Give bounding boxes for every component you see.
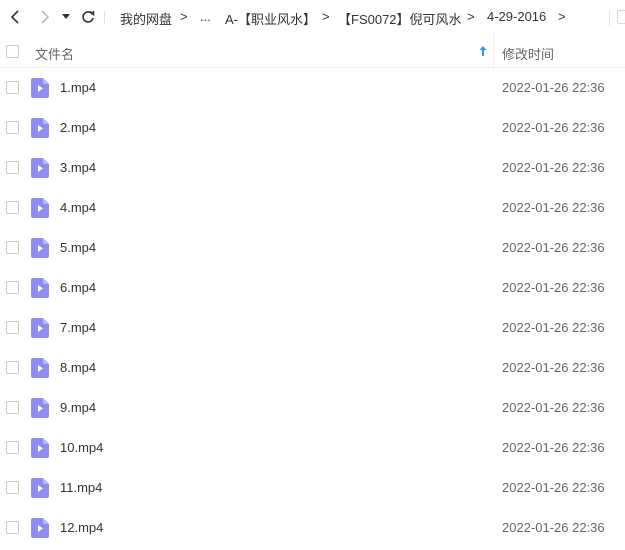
breadcrumb-item-category[interactable]: A-【职业风水】 bbox=[225, 9, 316, 28]
file-row[interactable]: 10.mp4 2022-01-26 22:36 bbox=[0, 428, 625, 468]
toolbar: 我的网盘 > ... A-【职业风水】 > 【FS0072】倪可风水 > 4-2… bbox=[0, 0, 625, 34]
file-modified-time: 2022-01-26 22:36 bbox=[502, 200, 605, 215]
file-list: 1.mp4 2022-01-26 22:36 2.mp4 2022-01-26 22:… bbox=[0, 68, 625, 548]
file-name[interactable]: 8.mp4 bbox=[60, 360, 96, 375]
video-file-icon bbox=[31, 438, 49, 458]
file-name[interactable]: 10.mp4 bbox=[60, 440, 103, 455]
row-checkbox[interactable] bbox=[6, 441, 19, 454]
file-row[interactable]: 8.mp4 2022-01-26 22:36 bbox=[0, 348, 625, 388]
file-row[interactable]: 1.mp4 2022-01-26 22:36 bbox=[0, 68, 625, 108]
row-checkbox[interactable] bbox=[6, 401, 19, 414]
video-file-icon bbox=[31, 358, 49, 378]
breadcrumb-separator: > bbox=[467, 9, 475, 24]
file-modified-time: 2022-01-26 22:36 bbox=[502, 400, 605, 415]
breadcrumb-root[interactable]: 我的网盘 bbox=[120, 9, 172, 28]
file-name[interactable]: 7.mp4 bbox=[60, 320, 96, 335]
file-row[interactable]: 7.mp4 2022-01-26 22:36 bbox=[0, 308, 625, 348]
video-file-icon bbox=[31, 118, 49, 138]
select-all-checkbox[interactable] bbox=[6, 45, 19, 58]
row-checkbox[interactable] bbox=[6, 481, 19, 494]
file-row[interactable]: 5.mp4 2022-01-26 22:36 bbox=[0, 228, 625, 268]
forward-arrow-icon[interactable] bbox=[35, 7, 55, 27]
file-modified-time: 2022-01-26 22:36 bbox=[502, 360, 605, 375]
breadcrumb-separator: > bbox=[180, 9, 188, 24]
toolbar-divider bbox=[609, 10, 610, 26]
row-checkbox[interactable] bbox=[6, 321, 19, 334]
column-header-name[interactable]: 文件名 bbox=[35, 44, 74, 63]
row-checkbox[interactable] bbox=[6, 281, 19, 294]
view-toggle-icon[interactable] bbox=[617, 10, 625, 24]
file-name[interactable]: 2.mp4 bbox=[60, 120, 96, 135]
back-arrow-icon[interactable] bbox=[5, 7, 25, 27]
file-modified-time: 2022-01-26 22:36 bbox=[502, 160, 605, 175]
row-checkbox[interactable] bbox=[6, 521, 19, 534]
video-file-icon bbox=[31, 158, 49, 178]
file-name[interactable]: 11.mp4 bbox=[60, 480, 102, 495]
breadcrumb-item-current[interactable]: 4-29-2016 bbox=[487, 9, 546, 24]
row-checkbox[interactable] bbox=[6, 241, 19, 254]
file-row[interactable]: 11.mp4 2022-01-26 22:36 bbox=[0, 468, 625, 508]
sort-ascending-icon[interactable] bbox=[478, 44, 488, 58]
file-list-header: 文件名 修改时间 bbox=[0, 34, 625, 68]
file-modified-time: 2022-01-26 22:36 bbox=[502, 80, 605, 95]
video-file-icon bbox=[31, 318, 49, 338]
file-modified-time: 2022-01-26 22:36 bbox=[502, 520, 605, 535]
file-name[interactable]: 1.mp4 bbox=[60, 80, 96, 95]
video-file-icon bbox=[31, 238, 49, 258]
file-name[interactable]: 9.mp4 bbox=[60, 400, 96, 415]
video-file-icon bbox=[31, 198, 49, 218]
column-header-modified[interactable]: 修改时间 bbox=[502, 44, 554, 63]
breadcrumb-separator: > bbox=[558, 9, 566, 24]
file-row[interactable]: 12.mp4 2022-01-26 22:36 bbox=[0, 508, 625, 548]
video-file-icon bbox=[31, 478, 49, 498]
breadcrumb-item-folder[interactable]: 【FS0072】倪可风水 bbox=[338, 9, 462, 28]
file-name[interactable]: 3.mp4 bbox=[60, 160, 96, 175]
video-file-icon bbox=[31, 398, 49, 418]
video-file-icon bbox=[31, 278, 49, 298]
file-modified-time: 2022-01-26 22:36 bbox=[502, 240, 605, 255]
file-row[interactable]: 4.mp4 2022-01-26 22:36 bbox=[0, 188, 625, 228]
file-row[interactable]: 2.mp4 2022-01-26 22:36 bbox=[0, 108, 625, 148]
video-file-icon bbox=[31, 518, 49, 538]
file-name[interactable]: 4.mp4 bbox=[60, 200, 96, 215]
refresh-icon[interactable] bbox=[78, 7, 98, 27]
file-name[interactable]: 12.mp4 bbox=[60, 520, 103, 535]
file-name[interactable]: 6.mp4 bbox=[60, 280, 96, 295]
breadcrumb-separator: > bbox=[322, 9, 330, 24]
file-modified-time: 2022-01-26 22:36 bbox=[502, 440, 605, 455]
file-modified-time: 2022-01-26 22:36 bbox=[502, 480, 605, 495]
file-row[interactable]: 6.mp4 2022-01-26 22:36 bbox=[0, 268, 625, 308]
file-name[interactable]: 5.mp4 bbox=[60, 240, 96, 255]
toolbar-divider bbox=[104, 10, 105, 24]
file-row[interactable]: 9.mp4 2022-01-26 22:36 bbox=[0, 388, 625, 428]
row-checkbox[interactable] bbox=[6, 201, 19, 214]
column-divider[interactable] bbox=[493, 34, 494, 68]
file-row[interactable]: 3.mp4 2022-01-26 22:36 bbox=[0, 148, 625, 188]
video-file-icon bbox=[31, 78, 49, 98]
file-modified-time: 2022-01-26 22:36 bbox=[502, 120, 605, 135]
row-checkbox[interactable] bbox=[6, 361, 19, 374]
row-checkbox[interactable] bbox=[6, 121, 19, 134]
breadcrumb-ellipsis[interactable]: ... bbox=[200, 9, 211, 24]
file-modified-time: 2022-01-26 22:36 bbox=[502, 320, 605, 335]
row-checkbox[interactable] bbox=[6, 161, 19, 174]
file-modified-time: 2022-01-26 22:36 bbox=[502, 280, 605, 295]
history-dropdown-icon[interactable] bbox=[58, 7, 74, 27]
row-checkbox[interactable] bbox=[6, 81, 19, 94]
